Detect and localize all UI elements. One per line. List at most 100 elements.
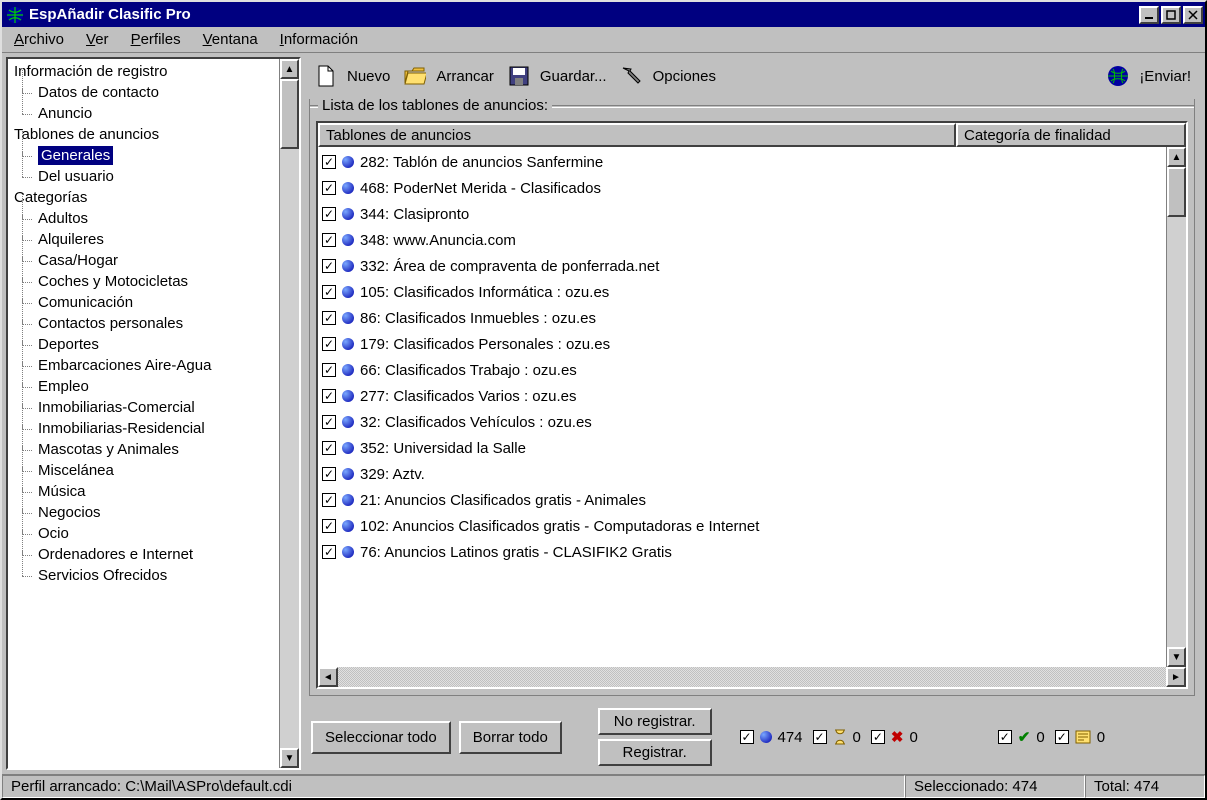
tool-enviar[interactable]: ¡Enviar! — [1107, 65, 1191, 87]
row-checkbox[interactable]: ✓ — [322, 415, 336, 429]
row-checkbox[interactable]: ✓ — [322, 519, 336, 533]
tree-categorias-child-16[interactable]: Ordenadores e Internet — [8, 544, 279, 565]
row-checkbox[interactable]: ✓ — [322, 181, 336, 195]
save-icon — [508, 65, 530, 87]
row-label: 105: Clasificados Informática : ozu.es — [360, 284, 609, 301]
tree-categorias-child-1[interactable]: Alquileres — [8, 229, 279, 250]
row-label: 329: Aztv. — [360, 466, 425, 483]
menu-perfiles[interactable]: Perfiles — [127, 29, 185, 50]
tree-info-child-0[interactable]: Datos de contacto — [8, 82, 279, 103]
stat-red-checkbox[interactable]: ✓ — [871, 730, 885, 744]
list-row[interactable]: ✓ 179: Clasificados Personales : ozu.es — [318, 331, 1166, 357]
row-checkbox[interactable]: ✓ — [322, 207, 336, 221]
sidebar-tree: Información de registroDatos de contacto… — [6, 57, 301, 770]
scroll-thumb[interactable] — [280, 79, 299, 149]
tree-categorias-child-12[interactable]: Miscelánea — [8, 460, 279, 481]
tool-opciones[interactable]: Opciones — [621, 65, 716, 87]
row-label: 179: Clasificados Personales : ozu.es — [360, 336, 610, 353]
clear-all-button[interactable]: Borrar todo — [459, 721, 562, 754]
tree-categorias-child-4[interactable]: Comunicación — [8, 292, 279, 313]
tree-categorias-child-9[interactable]: Inmobiliarias-Comercial — [8, 397, 279, 418]
tree-tablones-child-0[interactable]: Generales — [8, 145, 279, 166]
scroll-left-icon[interactable]: ◄ — [318, 667, 338, 687]
tree-categorias-child-2[interactable]: Casa/Hogar — [8, 250, 279, 271]
menu-archivo[interactable]: Archivo — [10, 29, 68, 50]
tree-tablones-child-1[interactable]: Del usuario — [8, 166, 279, 187]
row-checkbox[interactable]: ✓ — [322, 155, 336, 169]
select-all-button[interactable]: Seleccionar todo — [311, 721, 451, 754]
scroll-thumb[interactable] — [1167, 167, 1186, 217]
tree-categorias-child-17[interactable]: Servicios Ofrecidos — [8, 565, 279, 586]
tool-guardar[interactable]: Guardar... — [508, 65, 607, 87]
list-row[interactable]: ✓ 329: Aztv. — [318, 461, 1166, 487]
col-tablones[interactable]: Tablones de anuncios — [318, 123, 956, 147]
row-checkbox[interactable]: ✓ — [322, 389, 336, 403]
tree-categorias-child-7[interactable]: Embarcaciones Aire-Agua — [8, 355, 279, 376]
menu-informacion[interactable]: Información — [276, 29, 362, 50]
tree-categorias-child-3[interactable]: Coches y Motocicletas — [8, 271, 279, 292]
row-checkbox[interactable]: ✓ — [322, 441, 336, 455]
list-row[interactable]: ✓86: Clasificados Inmuebles : ozu.es — [318, 305, 1166, 331]
list-row[interactable]: ✓21: Anuncios Clasificados gratis - Anim… — [318, 487, 1166, 513]
tree-categorias-child-10[interactable]: Inmobiliarias-Residencial — [8, 418, 279, 439]
list-row[interactable]: ✓102: Anuncios Clasificados gratis - Com… — [318, 513, 1166, 539]
list-row[interactable]: ✓66: Clasificados Trabajo : ozu.es — [318, 357, 1166, 383]
list-row[interactable]: ✓468: PoderNet Merida - Clasificados — [318, 175, 1166, 201]
tree-categorias-child-6[interactable]: Deportes — [8, 334, 279, 355]
list-row[interactable]: ✓282: Tablón de anuncios Sanfermine — [318, 149, 1166, 175]
maximize-button[interactable] — [1161, 6, 1181, 24]
sidebar-scrollbar[interactable]: ▲ ▼ — [279, 59, 299, 768]
scroll-right-icon[interactable]: ► — [1166, 667, 1186, 687]
list-row[interactable]: ✓ 105: Clasificados Informática : ozu.es — [318, 279, 1166, 305]
tree-categorias-child-5[interactable]: Contactos personales — [8, 313, 279, 334]
menu-ver[interactable]: Ver — [82, 29, 113, 50]
tree-categorias-child-8[interactable]: Empleo — [8, 376, 279, 397]
stat-hourglass: ✓ 0 — [813, 729, 861, 746]
close-button[interactable] — [1183, 6, 1203, 24]
list-row[interactable]: ✓32: Clasificados Vehículos : ozu.es — [318, 409, 1166, 435]
list-row[interactable]: ✓344: Clasipronto — [318, 201, 1166, 227]
row-checkbox[interactable]: ✓ — [322, 545, 336, 559]
row-checkbox[interactable]: ✓ — [322, 259, 336, 273]
tree-categorias-child-14[interactable]: Negocios — [8, 502, 279, 523]
row-checkbox[interactable]: ✓ — [322, 467, 336, 481]
tree-categorias[interactable]: Categorías — [8, 187, 279, 208]
menu-ventana[interactable]: Ventana — [199, 29, 262, 50]
tree-categorias-child-0[interactable]: Adultos — [8, 208, 279, 229]
minimize-button[interactable] — [1139, 6, 1159, 24]
tree-categorias-child-15[interactable]: Ocio — [8, 523, 279, 544]
tool-arrancar[interactable]: Arrancar — [404, 65, 494, 87]
list-row[interactable]: ✓348: www.Anuncia.com — [318, 227, 1166, 253]
row-checkbox[interactable]: ✓ — [322, 285, 336, 299]
list-row[interactable]: ✓76: Anuncios Latinos gratis - CLASIFIK2… — [318, 539, 1166, 565]
scroll-down-icon[interactable]: ▼ — [1167, 647, 1186, 667]
row-checkbox[interactable]: ✓ — [322, 337, 336, 351]
list-vscrollbar[interactable]: ▲ ▼ — [1166, 147, 1186, 667]
stat-news-checkbox[interactable]: ✓ — [1055, 730, 1069, 744]
scroll-down-icon[interactable]: ▼ — [280, 748, 299, 768]
scroll-up-icon[interactable]: ▲ — [280, 59, 299, 79]
list-row[interactable]: ✓352: Universidad la Salle — [318, 435, 1166, 461]
row-checkbox[interactable]: ✓ — [322, 233, 336, 247]
col-categoria[interactable]: Categoría de finalidad — [956, 123, 1186, 147]
list-row[interactable]: ✓332: Área de compraventa de ponferrada.… — [318, 253, 1166, 279]
registrar-button[interactable]: Registrar. — [598, 739, 712, 766]
no-registrar-button[interactable]: No registrar. — [598, 708, 712, 735]
tool-guardar-label: Guardar... — [540, 68, 607, 85]
row-checkbox[interactable]: ✓ — [322, 363, 336, 377]
tree-categorias-child-13[interactable]: Música — [8, 481, 279, 502]
tree-categorias-child-11[interactable]: Mascotas y Animales — [8, 439, 279, 460]
stat-hg-checkbox[interactable]: ✓ — [813, 730, 827, 744]
stat-green-checkbox[interactable]: ✓ — [998, 730, 1012, 744]
scroll-up-icon[interactable]: ▲ — [1167, 147, 1186, 167]
list-hscrollbar[interactable]: ◄ ► — [318, 667, 1186, 687]
row-checkbox[interactable]: ✓ — [322, 493, 336, 507]
stat-blue-checkbox[interactable]: ✓ — [740, 730, 754, 744]
tree-info-child-1[interactable]: Anuncio — [8, 103, 279, 124]
tool-nuevo[interactable]: Nuevo — [315, 65, 390, 87]
list-row[interactable]: ✓277: Clasificados Varios : ozu.es — [318, 383, 1166, 409]
tree-info-registro[interactable]: Información de registro — [8, 61, 279, 82]
blue-dot-icon — [342, 442, 354, 454]
row-checkbox[interactable]: ✓ — [322, 311, 336, 325]
tree-tablones[interactable]: Tablones de anuncios — [8, 124, 279, 145]
